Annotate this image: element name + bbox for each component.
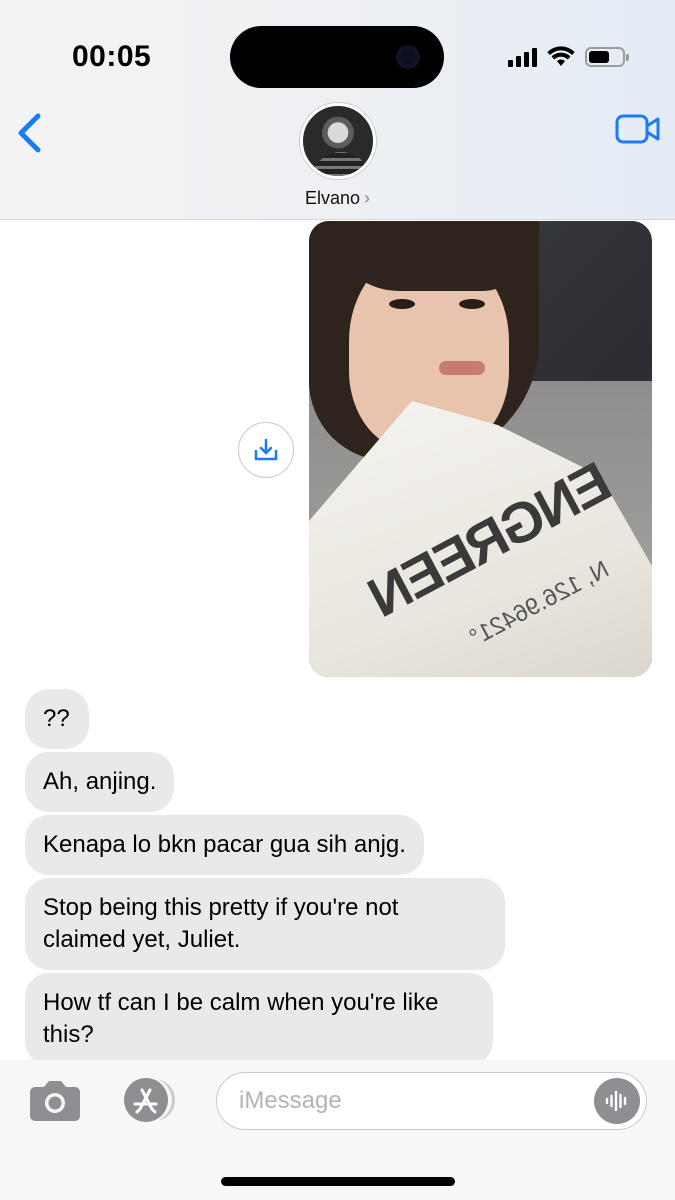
contact-name: Elvano xyxy=(304,188,361,208)
waveform-icon xyxy=(605,1090,627,1112)
audio-message-button[interactable] xyxy=(594,1078,640,1124)
camera-icon xyxy=(30,1081,80,1121)
dynamic-island xyxy=(230,26,444,88)
message-bubble[interactable]: ?? xyxy=(25,689,89,749)
battery-level xyxy=(589,51,609,63)
conversation-header: 00:05 Elvano › xyxy=(0,0,675,220)
contact-avatar[interactable] xyxy=(300,103,376,179)
wifi-icon xyxy=(547,46,575,66)
imessage-field[interactable] xyxy=(216,1072,647,1130)
save-photo-button[interactable] xyxy=(238,422,294,478)
download-tray-icon xyxy=(254,438,278,461)
app-store-button[interactable] xyxy=(118,1076,180,1124)
facetime-video-button[interactable] xyxy=(615,112,661,146)
home-indicator[interactable] xyxy=(221,1177,455,1186)
photo-mouth xyxy=(439,361,485,375)
camera-button[interactable] xyxy=(26,1078,84,1124)
message-bubble[interactable]: How tf can I be calm when you're like th… xyxy=(25,973,493,1065)
photo-eye xyxy=(459,299,485,309)
app-store-icon xyxy=(124,1078,175,1122)
battery-icon xyxy=(585,47,629,67)
message-bubble[interactable]: Kenapa lo bkn pacar gua sih anjg. xyxy=(25,815,424,875)
back-button[interactable] xyxy=(12,110,46,156)
video-camera-icon xyxy=(615,114,660,144)
contact-name-button[interactable]: Elvano › xyxy=(0,188,675,209)
message-bubble[interactable]: Stop being this pretty if you're not cla… xyxy=(25,878,505,970)
chevron-left-icon xyxy=(18,113,41,153)
messages-screen: 00:05 Elvano › ENGREEN N, 126.96421° ?? … xyxy=(0,0,675,1200)
cellular-signal-icon xyxy=(508,47,537,67)
message-input[interactable] xyxy=(239,1085,569,1117)
status-icons xyxy=(508,44,629,70)
photo-message[interactable]: ENGREEN N, 126.96421° xyxy=(309,221,652,677)
front-camera-icon xyxy=(396,45,420,69)
chevron-right-icon: › xyxy=(364,188,371,208)
photo-eye xyxy=(389,299,415,309)
message-bubble[interactable]: Ah, anjing. xyxy=(25,752,175,812)
status-time: 00:05 xyxy=(72,40,152,73)
avatar-shirt xyxy=(311,152,371,176)
